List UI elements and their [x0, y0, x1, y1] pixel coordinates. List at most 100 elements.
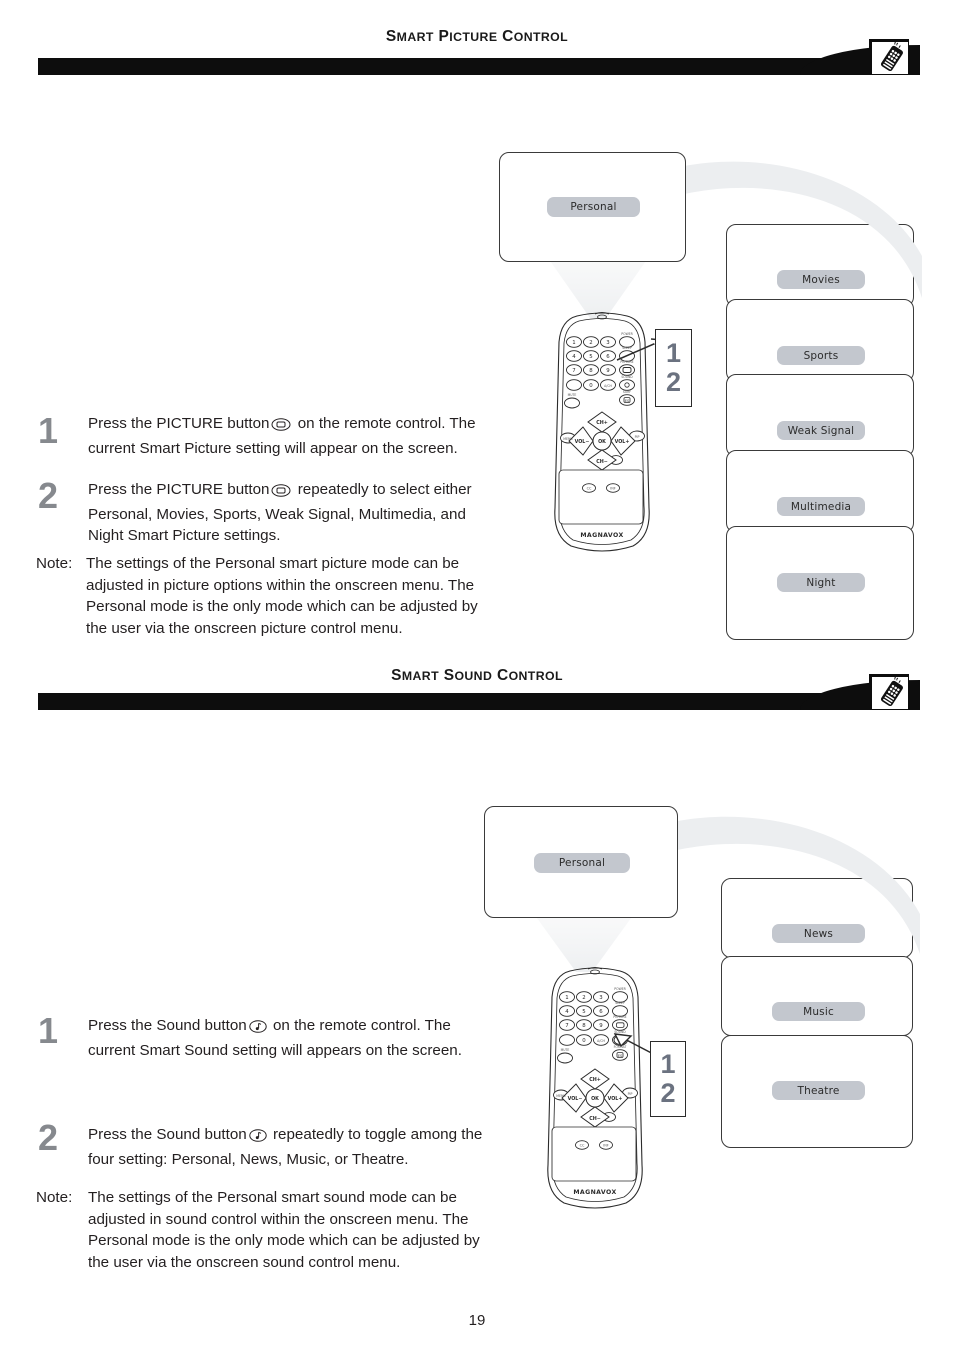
svg-text:2: 2: [589, 340, 592, 346]
svg-text:SURF: SURF: [623, 390, 631, 394]
svg-text:A/CH: A/CH: [604, 384, 612, 388]
note-text-sound: The settings of the Personal smart sound…: [88, 1189, 480, 1271]
svg-text:CH−: CH−: [596, 459, 608, 465]
osd-chip-sports: Sports: [777, 346, 865, 365]
svg-text:PIP: PIP: [635, 435, 640, 439]
svg-text:9: 9: [599, 1023, 603, 1029]
step-number-1-sound: 1: [38, 1010, 59, 1051]
menu-box-movies: Movies: [726, 224, 914, 307]
svg-text:0: 0: [589, 383, 593, 389]
remote-control-glyph: [880, 676, 903, 707]
svg-text:5: 5: [582, 1009, 585, 1015]
callout-steps-bottom: 1 2: [650, 1041, 686, 1117]
svg-text:PIP: PIP: [628, 1092, 633, 1096]
menu-box-sports: Sports: [726, 299, 914, 382]
svg-text:SOUND: SOUND: [621, 375, 633, 379]
svg-text:INF: INF: [610, 487, 616, 491]
svg-text:CC: CC: [580, 1144, 585, 1148]
menu-box-theatre: Theatre: [721, 1035, 913, 1148]
osd-screen-smart-picture: Personal: [499, 152, 686, 262]
callout-number-1: 1: [665, 337, 682, 368]
svg-text:9: 9: [606, 368, 610, 374]
svg-text:MENU: MENU: [563, 437, 573, 441]
svg-text:INF: INF: [603, 1144, 609, 1148]
section-title-smart-picture: SMART PICTURE CONTROL: [385, 28, 569, 45]
header-black-bar: [38, 693, 910, 710]
step-number-1-picture: 1: [38, 410, 59, 451]
svg-text:POWER: POWER: [621, 332, 633, 336]
callout-number-2: 2: [665, 367, 682, 397]
svg-text:MUTE: MUTE: [561, 1048, 570, 1052]
svg-text:4: 4: [565, 1009, 569, 1015]
menu-box-music: Music: [721, 956, 913, 1036]
svg-text:VOL+: VOL+: [608, 1096, 623, 1102]
callout-number-2: 2: [660, 1078, 676, 1108]
page-number: 19: [468, 1312, 486, 1329]
svg-text:CC: CC: [587, 487, 592, 491]
step-text-1-picture: Press the PICTURE button on the remote c…: [88, 413, 486, 459]
section-title-smart-sound: SMART SOUND CONTROL: [391, 667, 563, 684]
svg-text:MUTE: MUTE: [568, 393, 577, 397]
remote-brand-label: MAGNAVOX: [573, 1189, 616, 1196]
svg-text:6: 6: [599, 1009, 603, 1015]
svg-text:2: 2: [582, 995, 585, 1001]
osd-chip-news: News: [772, 924, 865, 943]
svg-text:3: 3: [606, 340, 609, 346]
note-text-picture: The settings of the Personal smart pictu…: [86, 555, 478, 637]
sound-button-glyph: [249, 1018, 267, 1040]
section-header-smart-sound: SMART SOUND CONTROL: [0, 667, 954, 727]
menu-box-news: News: [721, 878, 913, 958]
menu-box-weak-signal: Weak Signal: [726, 374, 914, 457]
svg-text:SLEEP: SLEEP: [615, 1001, 625, 1005]
remote-brand-label: MAGNAVOX: [580, 532, 623, 539]
svg-text:8: 8: [582, 1023, 586, 1029]
step-text-1-sound: Press the Sound button on the remote con…: [88, 1015, 488, 1061]
svg-text:6: 6: [606, 354, 610, 360]
section-header-smart-picture: SMART PICTURE CONTROL: [0, 28, 954, 88]
osd-chip-multimedia: Multimedia: [777, 497, 865, 516]
osd-chip-night: Night: [777, 573, 865, 592]
sound-step1-before-text: Press the Sound button: [88, 1017, 247, 1034]
step1-before-text: Press the PICTURE button: [88, 415, 270, 432]
svg-text:VOL−: VOL−: [568, 1096, 583, 1102]
svg-text:4: 4: [572, 354, 576, 360]
step2-before-text: Press the PICTURE button: [88, 481, 270, 498]
svg-text:OK: OK: [598, 439, 606, 445]
svg-text:POWER: POWER: [614, 987, 626, 991]
note-label-sound: Note:: [36, 1189, 73, 1206]
note-label-picture: Note:: [36, 555, 73, 572]
svg-text:OK: OK: [591, 1096, 599, 1102]
picture-button-glyph: [271, 482, 291, 504]
header-black-bar: [38, 58, 910, 75]
sound-step2-before-text: Press the Sound button: [88, 1126, 247, 1143]
osd-chip-personal: Personal: [547, 197, 640, 217]
callout-number-1: 1: [660, 1048, 676, 1079]
svg-text:5: 5: [589, 354, 592, 360]
osd-chip-music: Music: [772, 1002, 865, 1021]
svg-text:VOL+: VOL+: [615, 439, 630, 445]
svg-text:7: 7: [572, 368, 575, 374]
svg-text:8: 8: [589, 368, 593, 374]
osd-chip-weak-signal: Weak Signal: [777, 421, 865, 440]
svg-text:7: 7: [565, 1023, 568, 1029]
step-text-2-picture: Press the PICTURE button repeatedly to s…: [88, 479, 486, 547]
svg-text:A/CH: A/CH: [597, 1039, 605, 1043]
menu-box-multimedia: Multimedia: [726, 450, 914, 533]
sound-button-glyph: [249, 1127, 267, 1149]
svg-text:CH+: CH+: [596, 420, 608, 426]
callout-steps-top: 1 2: [655, 329, 692, 407]
svg-text:3: 3: [599, 995, 602, 1001]
svg-text:MENU: MENU: [556, 1094, 566, 1098]
svg-text:PICTURE: PICTURE: [613, 1015, 626, 1019]
step-text-2-sound: Press the Sound button repeatedly to tog…: [88, 1124, 488, 1170]
menu-box-night: Night: [726, 526, 914, 640]
remote-control-icon: [869, 674, 909, 710]
svg-text:0: 0: [582, 1038, 586, 1044]
remote-control-illustration-bottom: 123 456 789 0 POWER SLEEP PICTURE SOUND …: [547, 967, 643, 1209]
osd-chip-movies: Movies: [777, 270, 865, 289]
step-number-2-sound: 2: [38, 1117, 59, 1158]
osd-chip-theatre: Theatre: [772, 1081, 865, 1100]
svg-text:VOL−: VOL−: [575, 439, 590, 445]
picture-button-glyph: [271, 416, 291, 438]
osd-screen-smart-sound: Personal: [484, 806, 678, 918]
